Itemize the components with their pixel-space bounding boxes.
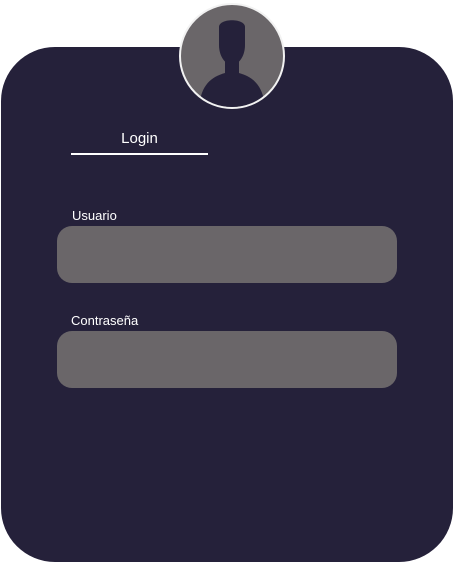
username-label: Usuario [72, 208, 117, 223]
password-label: Contraseña [71, 313, 139, 328]
tab-login-underline [71, 153, 208, 155]
tab-login[interactable]: Login [71, 127, 208, 156]
user-avatar-icon [179, 3, 285, 109]
username-input[interactable] [57, 226, 397, 283]
login-card [1, 47, 453, 562]
password-input[interactable] [57, 331, 397, 388]
user-silhouette-icon [199, 20, 265, 107]
